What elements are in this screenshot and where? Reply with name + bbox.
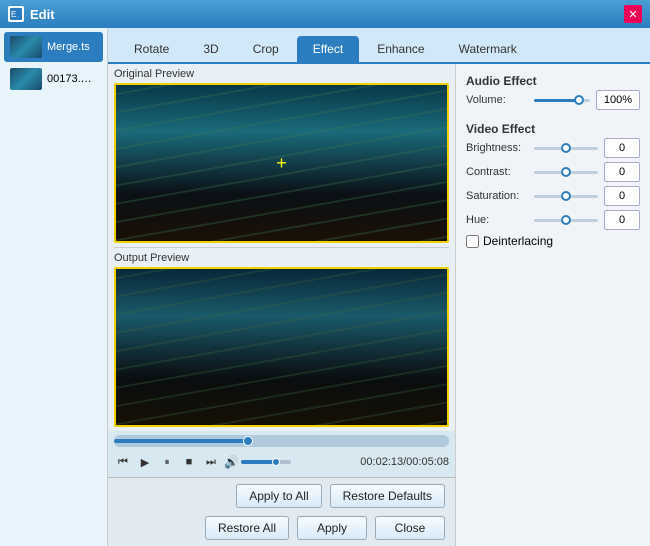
original-preview-section: Original Preview + xyxy=(108,64,455,247)
merge-thumb xyxy=(10,36,42,58)
volume-control: 🔊 xyxy=(224,455,291,469)
audio-effect-section: Audio Effect Volume: xyxy=(466,74,640,114)
playback-controls: ⏮ ▶ ⏸ ■ ⏭ 🔊 00:02:13/00:05:08 xyxy=(114,451,449,473)
volume-label: Volume: xyxy=(466,94,528,106)
apply-button[interactable]: Apply xyxy=(297,516,367,540)
svg-text:E: E xyxy=(11,10,16,19)
apply-to-all-button[interactable]: Apply to All xyxy=(236,484,321,508)
contrast-input[interactable] xyxy=(604,162,640,182)
tab-enhance[interactable]: Enhance xyxy=(361,36,440,62)
mts-label: 00173.MTS xyxy=(47,73,97,85)
output-preview-label: Output Preview xyxy=(114,252,449,264)
contrast-slider[interactable] xyxy=(534,165,598,179)
hue-input[interactable] xyxy=(604,210,640,230)
brightness-label: Brightness: xyxy=(466,142,528,154)
saturation-input[interactable] xyxy=(604,186,640,206)
volume-input[interactable] xyxy=(596,90,640,110)
deinterlacing-checkbox[interactable] xyxy=(466,235,479,248)
window-title: Edit xyxy=(30,7,624,22)
restore-all-button[interactable]: Restore All xyxy=(205,516,289,540)
volume-row: Volume: xyxy=(466,90,640,110)
volume-slider-effect[interactable] xyxy=(534,93,590,107)
bottom-row-1: Apply to All Restore Defaults xyxy=(118,484,445,508)
original-preview-label: Original Preview xyxy=(114,68,449,80)
audio-effect-label: Audio Effect xyxy=(466,74,640,88)
close-button[interactable]: Close xyxy=(375,516,445,540)
skip-start-button[interactable]: ⏮ xyxy=(114,453,132,471)
deinterlacing-row: Deinterlacing xyxy=(466,234,640,248)
hue-row: Hue: xyxy=(466,210,640,230)
skip-end-button[interactable]: ⏭ xyxy=(202,453,220,471)
scrubber-area: ⏮ ▶ ⏸ ■ ⏭ 🔊 00:02:13/00:05:08 xyxy=(108,431,455,477)
crosshair-marker: + xyxy=(276,154,287,172)
volume-slider[interactable] xyxy=(241,460,291,464)
tab-crop[interactable]: Crop xyxy=(237,36,295,62)
bottom-bar: Apply to All Restore Defaults Restore Al… xyxy=(108,477,455,546)
video-effect-section: Video Effect Brightness: Contrast xyxy=(466,122,640,248)
saturation-label: Saturation: xyxy=(466,190,528,202)
restore-defaults-button[interactable]: Restore Defaults xyxy=(330,484,445,508)
tab-bar: Rotate 3D Crop Effect Enhance Watermark xyxy=(108,28,650,64)
output-video xyxy=(114,267,449,427)
sidebar-item-mts[interactable]: 00173.MTS xyxy=(4,64,103,94)
tab-rotate[interactable]: Rotate xyxy=(118,36,185,62)
video-effect-label: Video Effect xyxy=(466,122,640,136)
merge-label: Merge.ts xyxy=(47,41,90,53)
play-button[interactable]: ▶ xyxy=(136,453,154,471)
tab-3d[interactable]: 3D xyxy=(187,36,234,62)
effects-panel: Audio Effect Volume: Vide xyxy=(455,64,650,546)
output-preview-section: Output Preview xyxy=(108,248,455,431)
hue-slider[interactable] xyxy=(534,213,598,227)
bottom-row-2: Restore All Apply Close xyxy=(118,516,445,540)
contrast-label: Contrast: xyxy=(466,166,528,178)
brightness-slider[interactable] xyxy=(534,141,598,155)
file-sidebar: Merge.ts 00173.MTS xyxy=(0,28,108,546)
saturation-slider[interactable] xyxy=(534,189,598,203)
title-bar: E Edit ✕ xyxy=(0,0,650,28)
tab-watermark[interactable]: Watermark xyxy=(443,36,533,62)
mts-thumb xyxy=(10,68,42,90)
app-icon: E xyxy=(8,6,24,22)
contrast-row: Contrast: xyxy=(466,162,640,182)
time-display: 00:02:13/00:05:08 xyxy=(360,456,449,468)
stop-button[interactable]: ■ xyxy=(180,453,198,471)
scrubber-bar[interactable] xyxy=(114,435,449,447)
tab-effect[interactable]: Effect xyxy=(297,36,359,62)
volume-icon: 🔊 xyxy=(224,455,239,469)
hue-label: Hue: xyxy=(466,214,528,226)
original-video: + xyxy=(114,83,449,243)
saturation-row: Saturation: xyxy=(466,186,640,206)
brightness-input[interactable] xyxy=(604,138,640,158)
pause-button[interactable]: ⏸ xyxy=(158,453,176,471)
deinterlacing-label: Deinterlacing xyxy=(483,234,553,248)
brightness-row: Brightness: xyxy=(466,138,640,158)
close-window-button[interactable]: ✕ xyxy=(624,5,642,23)
sidebar-item-merge[interactable]: Merge.ts xyxy=(4,32,103,62)
